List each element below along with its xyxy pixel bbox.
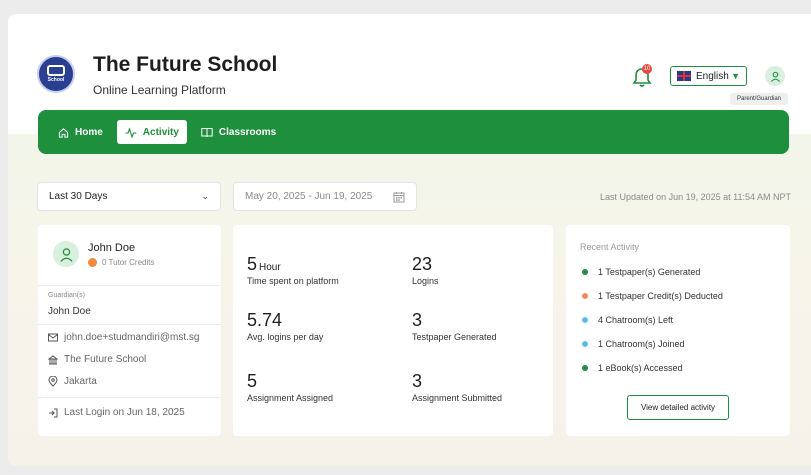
divider bbox=[38, 324, 221, 325]
nav-activity-label: Activity bbox=[142, 126, 179, 138]
last-updated-text: Last Updated on Jun 19, 2025 at 11:54 AM… bbox=[600, 192, 791, 202]
usage-stats-card: 5 Hour Time spent on platform 23 Logins 5… bbox=[233, 225, 553, 436]
main-nav: Home Activity Classrooms bbox=[38, 110, 789, 154]
coin-icon bbox=[88, 258, 97, 267]
guardian-name: John Doe bbox=[48, 306, 91, 317]
stat-testpaper-generated: 3 Testpaper Generated bbox=[412, 310, 497, 342]
period-select[interactable]: Last 30 Days ⌄ bbox=[37, 182, 221, 211]
activity-item: 1 Chatroom(s) Joined bbox=[582, 339, 685, 349]
student-name: John Doe bbox=[88, 242, 136, 254]
user-icon bbox=[770, 71, 780, 82]
email-row: john.doe+studmandiri@mst.sg bbox=[48, 332, 200, 343]
divider bbox=[38, 397, 221, 398]
stat-value: 23 bbox=[412, 254, 433, 274]
activity-item-text: 4 Chatroom(s) Left bbox=[598, 315, 674, 325]
school-logo[interactable]: School bbox=[37, 55, 75, 93]
stat-time-spent: 5 Hour Time spent on platform bbox=[247, 254, 339, 286]
notification-badge: 10 bbox=[642, 64, 652, 74]
location-row: Jakarta bbox=[48, 376, 97, 387]
tutor-credits-label: 0 Tutor Credits bbox=[102, 258, 155, 267]
nav-classrooms[interactable]: Classrooms bbox=[193, 120, 284, 144]
stat-label: Testpaper Generated bbox=[412, 332, 497, 342]
activity-item: 1 eBook(s) Accessed bbox=[582, 363, 683, 373]
app-title: The Future School bbox=[93, 53, 278, 76]
student-avatar bbox=[53, 241, 79, 267]
last-login-row: Last Login on Jun 18, 2025 bbox=[48, 407, 185, 418]
stat-value: 5 bbox=[247, 254, 258, 274]
stat-value: 3 bbox=[412, 310, 423, 330]
status-dot-icon bbox=[582, 317, 588, 323]
uk-flag-icon bbox=[677, 71, 691, 81]
recent-activity-title: Recent Activity bbox=[580, 242, 640, 252]
stat-label: Assignment Submitted bbox=[412, 393, 503, 403]
stat-assignment-assigned: 5 Assignment Assigned bbox=[247, 371, 333, 403]
stat-label: Avg. logins per day bbox=[247, 332, 324, 342]
activity-item-text: 1 Testpaper Credit(s) Deducted bbox=[598, 291, 723, 301]
mail-icon bbox=[48, 333, 58, 342]
guardian-label: Guardian(s) bbox=[48, 292, 85, 299]
role-badge: Parent/Guardian bbox=[730, 93, 788, 105]
school-row: The Future School bbox=[48, 354, 146, 365]
recent-activity-card: Recent Activity 1 Testpaper(s) Generated… bbox=[566, 225, 790, 436]
school-text: The Future School bbox=[64, 354, 147, 365]
stat-label: Assignment Assigned bbox=[247, 393, 334, 403]
status-dot-icon bbox=[582, 293, 588, 299]
nav-activity[interactable]: Activity bbox=[116, 120, 187, 144]
stat-value: 3 bbox=[412, 371, 423, 391]
period-value: Last 30 Days bbox=[49, 191, 108, 202]
view-detailed-activity-button[interactable]: View detailed activity bbox=[627, 395, 729, 420]
status-dot-icon bbox=[582, 269, 588, 275]
status-dot-icon bbox=[582, 365, 588, 371]
date-range-value: May 20, 2025 - Jun 19, 2025 bbox=[245, 191, 373, 202]
stat-value: 5 bbox=[247, 371, 258, 391]
stat-avg-logins: 5.74 Avg. logins per day bbox=[247, 310, 323, 342]
stat-assignment-submitted: 3 Assignment Submitted bbox=[412, 371, 502, 403]
nav-home-label: Home bbox=[75, 126, 103, 138]
activity-item: 1 Testpaper(s) Generated bbox=[582, 267, 700, 277]
app-window: School The Future School Online Learning… bbox=[8, 14, 811, 466]
activity-item: 1 Testpaper Credit(s) Deducted bbox=[582, 291, 723, 301]
language-select[interactable]: English ▼ bbox=[670, 66, 747, 86]
stat-unit: Hour bbox=[259, 262, 281, 273]
stat-label: Time spent on platform bbox=[247, 276, 339, 286]
stat-logins: 23 Logins bbox=[412, 254, 439, 286]
book-icon bbox=[201, 127, 213, 137]
activity-icon bbox=[125, 126, 137, 138]
activity-item-text: 1 Testpaper(s) Generated bbox=[598, 267, 701, 277]
app-subtitle: Online Learning Platform bbox=[93, 83, 226, 97]
chevron-down-icon: ▼ bbox=[731, 71, 740, 81]
email-text: john.doe+studmandiri@mst.sg bbox=[64, 332, 200, 343]
stat-value: 5.74 bbox=[247, 310, 283, 330]
location-pin-icon bbox=[48, 376, 58, 387]
logo-text: School bbox=[47, 77, 65, 83]
login-icon bbox=[49, 408, 58, 417]
user-icon bbox=[59, 247, 73, 262]
activity-item: 4 Chatroom(s) Left bbox=[582, 315, 673, 325]
student-profile-card: John Doe 0 Tutor Credits Guardian(s) Joh… bbox=[38, 225, 221, 436]
nav-classrooms-label: Classrooms bbox=[218, 126, 277, 138]
divider bbox=[38, 285, 221, 286]
user-avatar[interactable] bbox=[765, 66, 785, 86]
chevron-down-icon: ⌄ bbox=[201, 191, 209, 201]
stat-label: Logins bbox=[412, 276, 439, 286]
last-login-text: Last Login on Jun 18, 2025 bbox=[64, 407, 185, 418]
language-label: English bbox=[696, 70, 729, 82]
tutor-credits: 0 Tutor Credits bbox=[88, 258, 154, 267]
activity-item-text: 1 eBook(s) Accessed bbox=[598, 363, 683, 373]
date-range-picker[interactable]: May 20, 2025 - Jun 19, 2025 bbox=[233, 182, 417, 211]
status-dot-icon bbox=[582, 341, 588, 347]
home-icon bbox=[58, 127, 69, 138]
activity-item-text: 1 Chatroom(s) Joined bbox=[598, 339, 685, 349]
nav-home[interactable]: Home bbox=[50, 120, 111, 144]
building-icon bbox=[48, 354, 58, 364]
logo-emblem-icon bbox=[47, 65, 65, 76]
calendar-icon bbox=[393, 191, 405, 202]
location-text: Jakarta bbox=[64, 376, 97, 387]
